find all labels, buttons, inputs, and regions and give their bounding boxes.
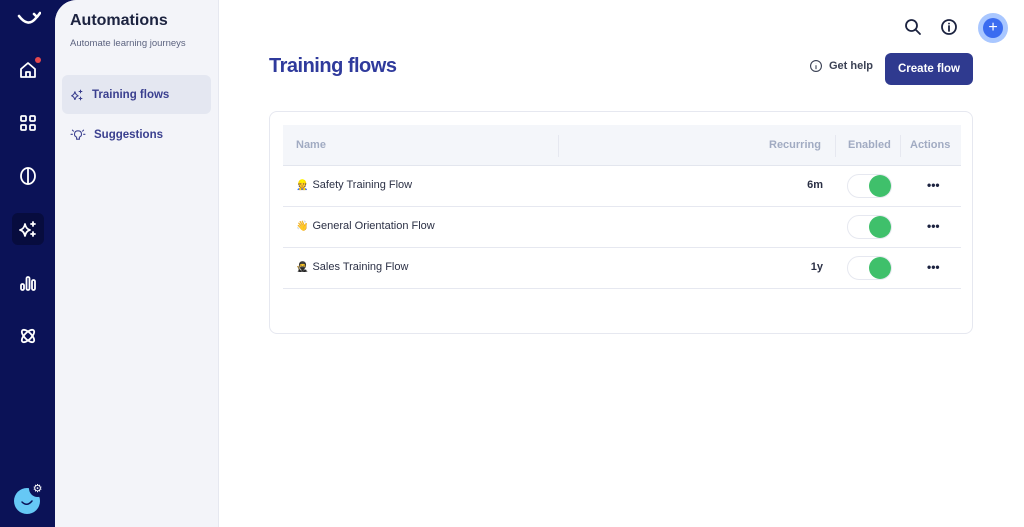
- flow-emoji: 👷: [296, 179, 309, 191]
- table-header: Name Recurring Enabled Actions: [283, 125, 961, 166]
- flow-name: General Orientation Flow: [312, 220, 435, 232]
- main-area: + Training flows Get help Create flow Na…: [219, 0, 1024, 527]
- nav-apps[interactable]: [12, 107, 44, 139]
- more-actions-button[interactable]: •••: [927, 260, 940, 274]
- more-actions-button[interactable]: •••: [927, 219, 940, 233]
- flow-emoji: 👋: [296, 220, 309, 232]
- nav-automations[interactable]: [12, 213, 44, 245]
- search-icon: [905, 19, 921, 35]
- nav-analytics[interactable]: [12, 267, 44, 299]
- flows-table-card: Name Recurring Enabled Actions 👷 Safety …: [269, 111, 973, 334]
- atom-icon: [20, 328, 36, 344]
- flow-name-cell[interactable]: 👷 Safety Training Flow: [296, 179, 412, 191]
- toggle-knob: [869, 175, 891, 197]
- flow-name: Sales Training Flow: [312, 261, 409, 273]
- brain-icon: [20, 167, 36, 185]
- content-panel: Automations Automate learning journeys T…: [55, 0, 1024, 527]
- enabled-toggle[interactable]: [847, 215, 892, 239]
- sparkles-icon: [71, 89, 83, 100]
- info-icon: [810, 60, 822, 72]
- table-row[interactable]: 👋 General Orientation Flow •••: [283, 207, 961, 248]
- page-title: Training flows: [269, 55, 397, 77]
- get-help-link[interactable]: Get help: [809, 59, 873, 73]
- flow-name: Safety Training Flow: [312, 179, 413, 191]
- sidebar-item-suggestions[interactable]: Suggestions: [62, 115, 211, 154]
- notification-dot: [35, 57, 41, 63]
- flow-emoji: 🥷: [296, 261, 309, 273]
- nav-brain[interactable]: [12, 160, 44, 192]
- toggle-knob: [869, 216, 891, 238]
- sidebar-subtitle: Automate learning journeys: [70, 38, 186, 49]
- nav-integrations[interactable]: [12, 320, 44, 352]
- sparkles-icon: [19, 221, 36, 237]
- column-header-recurring[interactable]: Recurring: [769, 139, 821, 151]
- recurring-value: 1y: [810, 261, 823, 273]
- column-header-name[interactable]: Name: [296, 139, 326, 151]
- sidebar-item-label: Training flows: [92, 88, 170, 101]
- sidebar-item-label: Suggestions: [94, 128, 164, 141]
- flow-name-cell[interactable]: 👋 General Orientation Flow: [296, 220, 435, 232]
- bar-chart-icon: [20, 276, 36, 291]
- create-flow-button[interactable]: Create flow: [885, 53, 973, 85]
- sidebar-title: Automations: [70, 12, 168, 29]
- logo-icon[interactable]: [12, 4, 44, 36]
- enabled-toggle[interactable]: [847, 174, 892, 198]
- home-icon: [20, 62, 36, 78]
- settings-gear-icon[interactable]: ⚙: [29, 480, 46, 497]
- table-row[interactable]: 🥷 Sales Training Flow 1y •••: [283, 248, 961, 289]
- grid-icon: [20, 115, 36, 131]
- column-divider: [835, 135, 836, 157]
- column-divider: [900, 135, 901, 157]
- recurring-value: 6m: [807, 179, 823, 191]
- table-row[interactable]: 👷 Safety Training Flow 6m •••: [283, 166, 961, 207]
- more-actions-button[interactable]: •••: [927, 178, 940, 192]
- get-help-label: Get help: [829, 60, 874, 72]
- secondary-sidebar: Automations Automate learning journeys T…: [55, 0, 219, 527]
- toggle-knob: [869, 257, 891, 279]
- enabled-toggle[interactable]: [847, 256, 892, 280]
- sidebar-item-training-flows[interactable]: Training flows: [62, 75, 211, 114]
- column-header-actions: Actions: [910, 139, 951, 151]
- info-icon: [941, 19, 957, 35]
- lightbulb-icon: [70, 129, 86, 140]
- app-rail: ⚙: [0, 0, 55, 527]
- search-button[interactable]: [900, 14, 926, 40]
- plus-icon: +: [983, 18, 1003, 38]
- info-button[interactable]: [936, 14, 962, 40]
- column-header-enabled[interactable]: Enabled: [848, 139, 891, 151]
- flow-name-cell[interactable]: 🥷 Sales Training Flow: [296, 261, 408, 273]
- add-button[interactable]: +: [978, 13, 1008, 43]
- column-divider: [558, 135, 559, 157]
